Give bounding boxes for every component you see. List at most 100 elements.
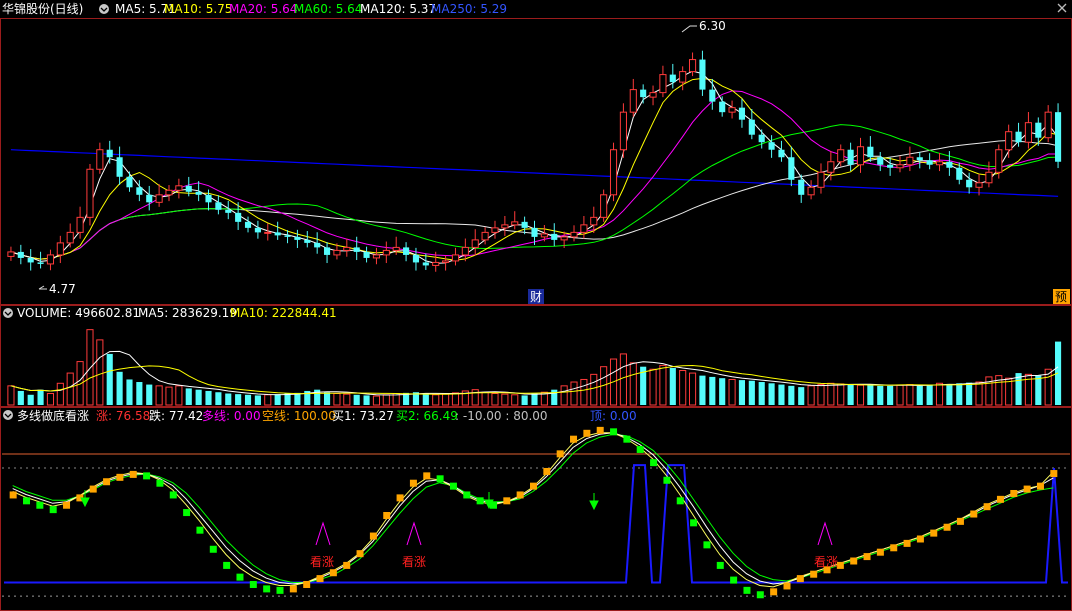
candle-up xyxy=(609,149,618,196)
falling-block xyxy=(623,435,631,443)
candle-up xyxy=(728,107,736,113)
candle-down xyxy=(867,146,874,158)
volume-bar-down xyxy=(926,384,933,405)
falling-block xyxy=(743,586,751,594)
candle-down xyxy=(294,236,301,240)
volume-bar-up xyxy=(264,394,272,406)
falling-block xyxy=(476,497,484,505)
candle-down xyxy=(669,74,676,83)
rising-block xyxy=(850,557,858,565)
volume-bar-down xyxy=(195,389,202,405)
candle-down xyxy=(946,161,953,168)
rising-block xyxy=(503,497,511,505)
candle-up xyxy=(471,239,479,248)
dropdown-icon[interactable] xyxy=(99,4,109,14)
volume-bar-down xyxy=(353,394,360,405)
indicator-mai1: 买1: 73.27 xyxy=(332,409,394,423)
candle-up xyxy=(175,185,183,191)
candle-down xyxy=(403,247,410,255)
falling-block xyxy=(196,526,204,534)
rising-block xyxy=(63,501,71,509)
volume-bar-down xyxy=(719,378,726,405)
volume-bar-down xyxy=(758,382,765,405)
candle-up xyxy=(807,186,815,196)
candle-up xyxy=(856,146,865,166)
candle-down xyxy=(926,160,933,165)
rising-block xyxy=(89,485,97,493)
volume-bar-down xyxy=(17,390,24,405)
volume-bar-up xyxy=(46,393,55,406)
candle-down xyxy=(284,235,291,237)
volume-bar-down xyxy=(768,383,775,405)
volume-bar-down xyxy=(185,388,192,405)
volume-bar-down xyxy=(669,367,676,405)
candle-up xyxy=(688,59,697,73)
rising-block xyxy=(570,435,578,443)
candle-down xyxy=(205,194,212,203)
rising-block xyxy=(770,588,778,596)
volume-bar-down xyxy=(798,387,805,405)
indicator-dropdown-icon[interactable] xyxy=(3,410,13,420)
candle-down xyxy=(304,239,311,243)
candle-up xyxy=(560,236,568,241)
volume-bar-down xyxy=(521,395,528,405)
candle-up xyxy=(155,194,163,203)
volume-bar-down xyxy=(274,394,281,405)
candle-down xyxy=(235,212,242,222)
candle-up xyxy=(491,227,499,233)
volume-bar-up xyxy=(382,394,390,406)
volume-bar-down xyxy=(1035,375,1042,405)
candle-down xyxy=(126,176,133,188)
volume-dropdown-icon[interactable] xyxy=(3,308,13,318)
candle-up xyxy=(76,216,84,233)
volume-bar-down xyxy=(284,393,291,405)
volume-bar-up xyxy=(86,329,94,406)
candle-up xyxy=(7,251,15,257)
candle-up xyxy=(461,246,469,256)
candle-up xyxy=(570,231,578,238)
volume-bar-up xyxy=(975,381,983,406)
candle-up xyxy=(600,194,608,218)
falling-block xyxy=(610,428,618,436)
falling-block xyxy=(650,459,658,467)
volume-bar-up xyxy=(629,362,637,406)
volume-ma10-legend: MA10: 222844.41 xyxy=(230,306,337,320)
candle-up xyxy=(56,242,64,256)
candle-down xyxy=(314,242,321,248)
rising-block xyxy=(303,580,311,588)
indicator-name: 多线做底看涨 xyxy=(17,408,89,423)
rising-block xyxy=(996,495,1004,503)
volume-bar-down xyxy=(788,385,795,405)
candle-up xyxy=(264,231,272,234)
rising-block xyxy=(916,535,924,543)
candle-down xyxy=(719,101,726,113)
candle-up xyxy=(96,149,104,170)
rising-block xyxy=(116,473,124,481)
volume-bar-up xyxy=(442,393,450,406)
candle-up xyxy=(46,254,55,265)
candle-up xyxy=(985,171,993,184)
candle-up xyxy=(1024,122,1032,143)
volume-bar-up xyxy=(491,393,499,406)
volume-bar-up xyxy=(501,393,509,406)
candle-down xyxy=(847,149,854,165)
rising-block xyxy=(956,517,964,525)
ma60-legend: MA60: 5.64 xyxy=(294,2,362,16)
candle-down xyxy=(185,185,192,192)
volume-bar-up xyxy=(807,385,815,406)
candle-down xyxy=(422,262,429,266)
candle-up xyxy=(837,149,845,163)
candle-down xyxy=(916,157,923,161)
indicator-mai2: 买2: 66.49 xyxy=(396,409,458,423)
volume-bar-down xyxy=(916,385,923,405)
volume-bar-up xyxy=(481,391,489,406)
candle-down xyxy=(778,149,785,158)
rising-block xyxy=(810,570,818,578)
candle-up xyxy=(343,246,351,251)
volume-bar-up xyxy=(896,384,904,406)
volume-bar-down xyxy=(294,392,301,405)
stock-chart: 华锦股份(日线) MA5: 5.71 MA10: 5.75 MA20: 5.64… xyxy=(0,0,1072,611)
candle-down xyxy=(521,221,528,228)
rising-block xyxy=(970,510,978,518)
volume-bar-up xyxy=(333,393,341,406)
